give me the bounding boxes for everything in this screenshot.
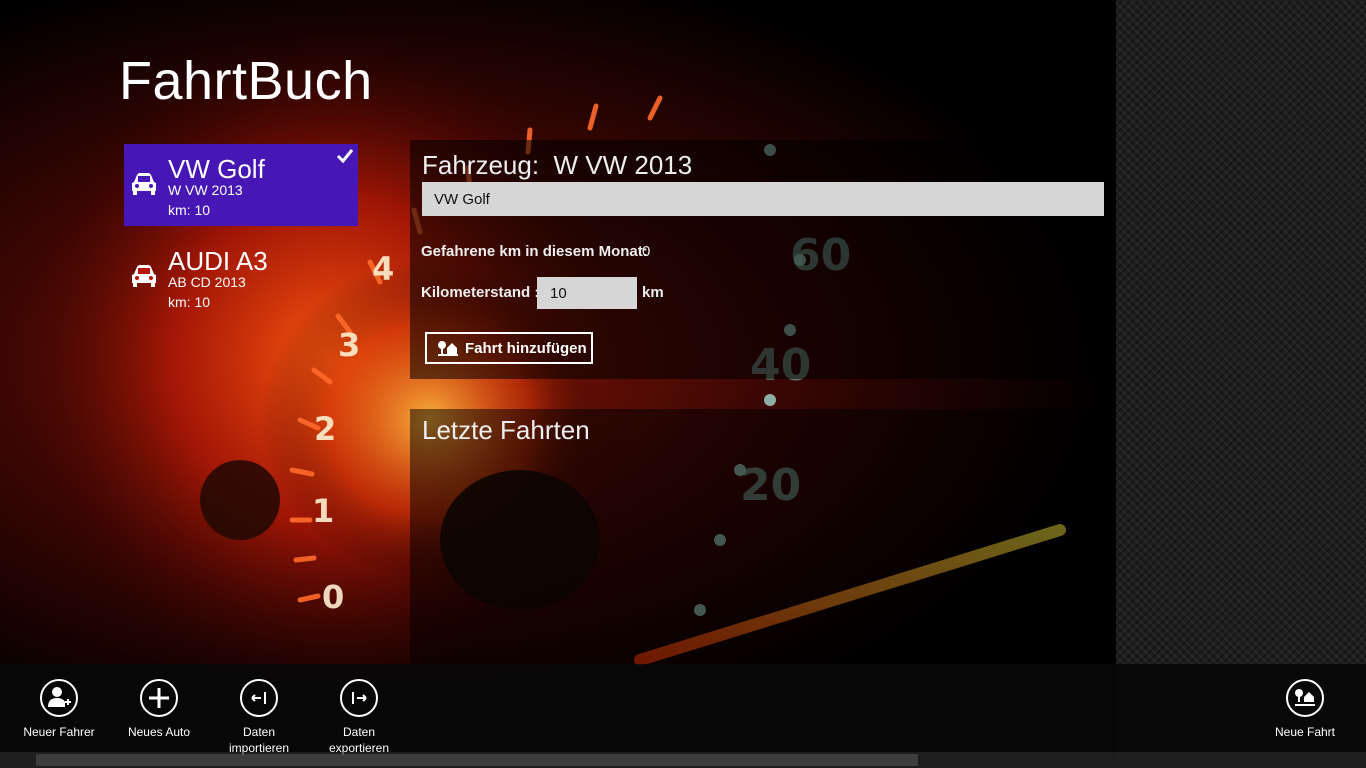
odometer-label: Kilometerstand :	[421, 284, 540, 301]
side-texture	[1116, 0, 1366, 768]
vehicle-heading: Fahrzeug: W VW 2013	[422, 150, 693, 180]
import-label-line1: Daten	[242, 725, 276, 739]
car-name: VW Golf	[168, 154, 265, 184]
vehicle-detail-panel: Fahrzeug: W VW 2013 Gefahrene km in dies…	[410, 140, 1116, 379]
new-driver-label: Neuer Fahrer	[23, 725, 95, 739]
export-label-line1: Daten	[342, 725, 376, 739]
export-icon	[340, 679, 378, 717]
trip-icon	[1286, 679, 1324, 717]
import-icon	[240, 679, 278, 717]
page-title: FahrtBuch	[119, 51, 373, 111]
add-trip-label: Fahrt hinzufügen	[465, 340, 587, 357]
check-icon	[336, 149, 354, 164]
odometer-unit: km	[642, 284, 664, 301]
car-icon	[132, 265, 156, 287]
car-list-item-audi-a3[interactable]: AUDI A3 AB CD 2013 km: 10	[124, 236, 358, 318]
car-km: km: 10	[168, 202, 211, 218]
car-km: km: 10	[168, 294, 211, 310]
recent-trips-panel: Letzte Fahrten	[410, 409, 1116, 664]
scrollbar-thumb[interactable]	[36, 754, 918, 766]
car-name: AUDI A3	[168, 246, 268, 276]
svg-text:0: 0	[322, 578, 344, 616]
add-trip-button[interactable]: Fahrt hinzufügen	[425, 332, 593, 364]
recent-trips-heading: Letzte Fahrten	[422, 415, 590, 445]
car-icon	[132, 173, 156, 195]
svg-text:1: 1	[312, 492, 334, 530]
monthly-km-value: 0	[642, 243, 651, 260]
car-name-field[interactable]	[422, 182, 1104, 216]
odometer-field[interactable]	[537, 277, 637, 309]
svg-text:2: 2	[314, 410, 336, 448]
new-car-label: Neues Auto	[127, 725, 191, 739]
new-trip-label: Neue Fahrt	[1274, 725, 1336, 739]
car-list-item-vw-golf[interactable]: VW Golf W VW 2013 km: 10	[124, 144, 358, 226]
horizontal-scrollbar[interactable]	[0, 752, 1366, 768]
svg-text:3: 3	[338, 326, 360, 364]
svg-text:4: 4	[372, 250, 394, 288]
monthly-km-label: Gefahrene km in diesem Monat:	[421, 243, 648, 260]
car-plate: AB CD 2013	[168, 274, 246, 290]
add-user-icon	[40, 679, 78, 717]
trip-icon	[438, 341, 458, 356]
car-plate: W VW 2013	[168, 182, 243, 198]
plus-icon	[140, 679, 178, 717]
